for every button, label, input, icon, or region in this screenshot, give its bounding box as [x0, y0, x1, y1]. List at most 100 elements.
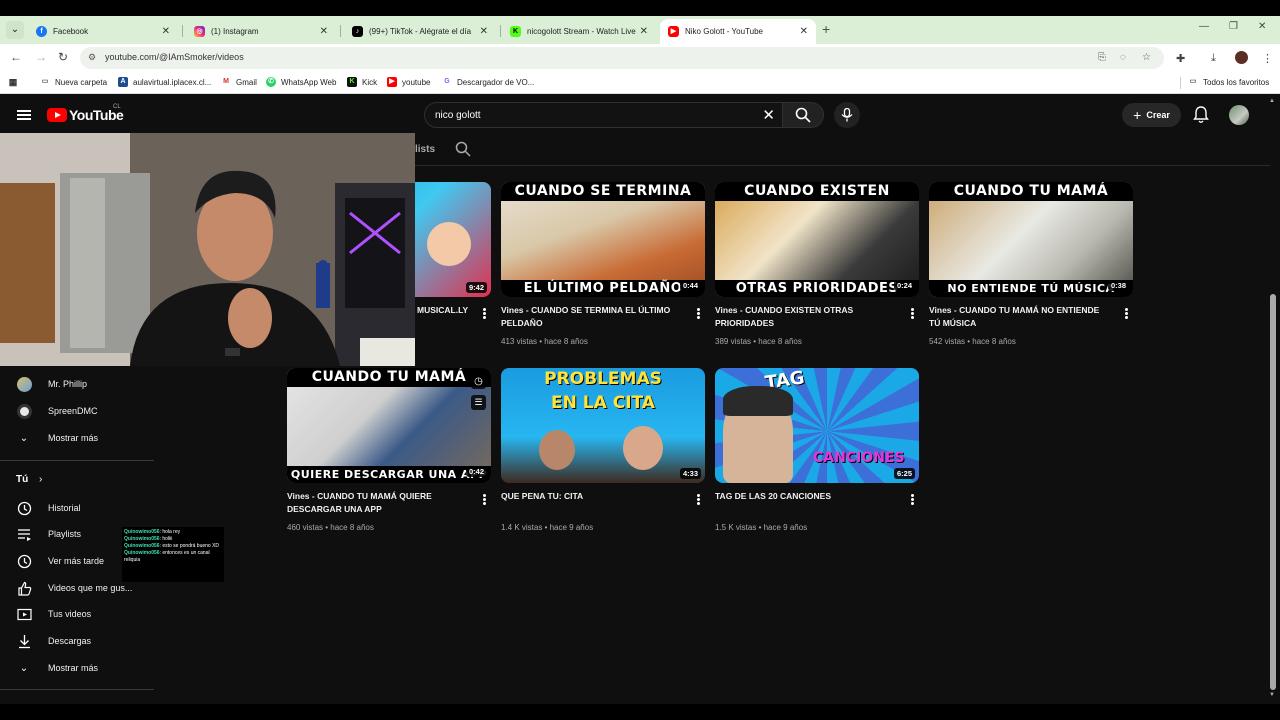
- tab-facebook[interactable]: f Facebook ✕: [28, 19, 178, 44]
- search-button[interactable]: [782, 102, 824, 128]
- video-options-icon[interactable]: [697, 494, 700, 505]
- video-thumbnail[interactable]: PROBLEMAS EN LA CITA 4:33: [501, 368, 705, 483]
- video-options-icon[interactable]: [483, 494, 486, 505]
- bookmark-nueva-carpeta[interactable]: ▭ Nueva carpeta: [40, 77, 107, 87]
- video-options-icon[interactable]: [1125, 308, 1128, 319]
- bottom-letterbox: [0, 704, 1280, 720]
- sidebar-divider: [0, 689, 154, 690]
- video-options-icon[interactable]: [911, 494, 914, 505]
- bookmark-youtube[interactable]: ▶ youtube: [387, 77, 430, 87]
- search-input[interactable]: nico golott ✕: [424, 102, 786, 128]
- sidebar-item-mr-phillip[interactable]: Mr. Phillip: [0, 371, 150, 397]
- eye-off-icon[interactable]: ◌: [1120, 52, 1126, 63]
- sidebar-item-descargas[interactable]: Descargas: [0, 628, 150, 654]
- add-to-queue-icon[interactable]: ☰: [471, 395, 486, 410]
- bookmark-gmail[interactable]: M Gmail: [221, 77, 257, 87]
- video-title[interactable]: Vines - CUANDO TU MAMÁ QUIERE DESCARGAR …: [287, 490, 467, 516]
- new-tab-icon[interactable]: +: [822, 21, 830, 37]
- extensions-icon[interactable]: ✚: [1176, 52, 1185, 65]
- chat-message: Quinowimo056: holiii: [124, 536, 222, 543]
- sidebar-item-historial[interactable]: Historial: [0, 495, 150, 521]
- bookmark-kick[interactable]: K Kick: [347, 77, 377, 87]
- thumbnail-caption-top: CUANDO SE TERMINA: [501, 182, 705, 201]
- video-title[interactable]: Vines - CUANDO SE TERMINA EL ÚLTIMO PELD…: [501, 304, 681, 330]
- forward-icon[interactable]: →: [35, 50, 47, 64]
- scroll-up-arrow-icon[interactable]: ▲: [1269, 98, 1275, 104]
- minimize-icon[interactable]: —: [1199, 21, 1209, 32]
- video-title[interactable]: TAG DE LAS 20 CANCIONES: [715, 490, 895, 503]
- omnibox[interactable]: ⚙ youtube.com/@IAmSmoker/videos ⎘ ◌ ☆: [80, 47, 1164, 69]
- sidebar-item-spreendmc[interactable]: SpreenDMC: [0, 398, 150, 424]
- site-info-icon[interactable]: ⚙: [88, 52, 100, 64]
- country-code: CL: [113, 104, 121, 110]
- more-menu-icon[interactable]: ⋮: [1262, 52, 1273, 65]
- thumbnail-caption-bottom: NO ENTIENDE TÚ MÚSICA: [929, 280, 1133, 297]
- tab-youtube-active[interactable]: ▶ Niko Golott - YouTube ✕: [660, 19, 816, 44]
- restore-icon[interactable]: ❐: [1229, 21, 1238, 32]
- notifications-bell-icon[interactable]: [1193, 106, 1209, 124]
- tab-kick[interactable]: K nicogolott Stream - Watch Live ✕: [502, 19, 656, 44]
- back-icon[interactable]: ←: [10, 50, 22, 64]
- close-icon[interactable]: ✕: [480, 26, 488, 37]
- bookmark-descargador[interactable]: G Descargador de VO...: [442, 77, 534, 87]
- tab-instagram[interactable]: ◎ (1) Instagram ✕: [186, 19, 336, 44]
- sidebar-show-more-2[interactable]: ⌄ Mostrar más: [0, 655, 150, 681]
- video-thumbnail[interactable]: CUANDO SE TERMINA EL ÚLTIMO PELDAÑO 0:44: [501, 182, 705, 297]
- video-thumbnail[interactable]: CUANDO TU MAMÁ QUIERE DESCARGAR UNA APP …: [287, 368, 491, 483]
- channel-avatar: [16, 376, 32, 392]
- youtube-logo[interactable]: YouTube CL: [47, 104, 124, 123]
- sidebar-you-header[interactable]: Tú ›: [16, 474, 42, 485]
- thumbnail-caption-bottom: CANCIONES: [813, 450, 905, 466]
- stream-chat-overlay: Quinowimo056: hola rey Quinowimo056: hol…: [122, 527, 224, 582]
- close-icon[interactable]: ✕: [320, 26, 328, 37]
- scroll-down-arrow-icon[interactable]: ▼: [1269, 692, 1275, 698]
- bookmark-whatsapp[interactable]: ✆ WhatsApp Web: [266, 77, 336, 87]
- video-thumbnail[interactable]: CUANDO EXISTEN OTRAS PRIORIDADES 0:24: [715, 182, 919, 297]
- video-title[interactable]: Vines - CUANDO EXISTEN OTRAS PRIORIDADES: [715, 304, 895, 330]
- playlist-icon: [16, 526, 32, 542]
- install-app-icon[interactable]: ⎘: [1098, 52, 1106, 63]
- address-bar-row: ← → ↻ ⚙ youtube.com/@IAmSmoker/videos ⎘ …: [0, 44, 1280, 72]
- all-bookmarks[interactable]: ▭ Todos los favoritos: [1188, 77, 1270, 87]
- close-icon[interactable]: ✕: [800, 26, 808, 37]
- menu-icon[interactable]: [17, 110, 31, 120]
- sidebar-show-more[interactable]: ⌄ Mostrar más: [0, 425, 150, 451]
- tab-playlists[interactable]: lists: [415, 144, 435, 155]
- close-icon[interactable]: ✕: [640, 26, 648, 37]
- voice-search-button[interactable]: [834, 102, 860, 128]
- channel-search-icon[interactable]: [455, 141, 471, 157]
- video-options-icon[interactable]: [911, 308, 914, 319]
- video-thumbnail[interactable]: TAG CANCIONES 6:25: [715, 368, 919, 483]
- tab-title: Facebook: [53, 27, 89, 36]
- chat-text: : esto se pondrá bueno XD: [159, 543, 220, 549]
- video-title[interactable]: Vines - CUANDO TU MAMÁ NO ENTIENDE TÚ MÚ…: [929, 304, 1109, 330]
- facebook-icon: f: [36, 26, 47, 37]
- tab-search-button[interactable]: ⌄: [6, 21, 24, 39]
- video-options-icon[interactable]: [697, 308, 700, 319]
- reload-icon[interactable]: ↻: [58, 50, 68, 64]
- video-title[interactable]: QUE PENA TU: CITA: [501, 490, 681, 503]
- close-icon[interactable]: ✕: [162, 26, 170, 37]
- bookmark-label: Todos los favoritos: [1203, 77, 1270, 87]
- url-text[interactable]: youtube.com/@IAmSmoker/videos: [105, 52, 244, 62]
- downloads-icon[interactable]: ⤓: [1211, 52, 1216, 65]
- video-thumbnail[interactable]: CUANDO TU MAMÁ NO ENTIENDE TÚ MÚSICA 0:3…: [929, 182, 1133, 297]
- sidebar-item-tus-videos[interactable]: Tus videos: [0, 601, 150, 627]
- scrollbar-thumb[interactable]: [1270, 294, 1276, 690]
- tab-tiktok[interactable]: ♪ (99+) TikTok - Alégrate el día ✕: [344, 19, 496, 44]
- bookmark-aulavirtual[interactable]: Aaulavirtual.iplacex.cl...: [118, 77, 211, 87]
- watch-later-icon[interactable]: ◷: [471, 374, 486, 389]
- video-duration: 0:44: [679, 280, 701, 291]
- create-label: Crear: [1146, 110, 1170, 120]
- apps-grid-icon[interactable]: ▦: [8, 77, 23, 87]
- chevron-down-icon: ⌄: [19, 432, 29, 444]
- account-avatar[interactable]: [1229, 105, 1249, 125]
- profile-avatar[interactable]: [1235, 51, 1248, 64]
- search-query[interactable]: nico golott: [435, 110, 481, 121]
- close-window-icon[interactable]: ✕: [1258, 21, 1266, 32]
- video-options-icon[interactable]: [483, 308, 486, 319]
- kick-icon: K: [347, 77, 357, 87]
- clear-icon[interactable]: ✕: [762, 106, 775, 124]
- star-icon[interactable]: ☆: [1142, 52, 1151, 63]
- create-button[interactable]: + Crear: [1122, 103, 1181, 127]
